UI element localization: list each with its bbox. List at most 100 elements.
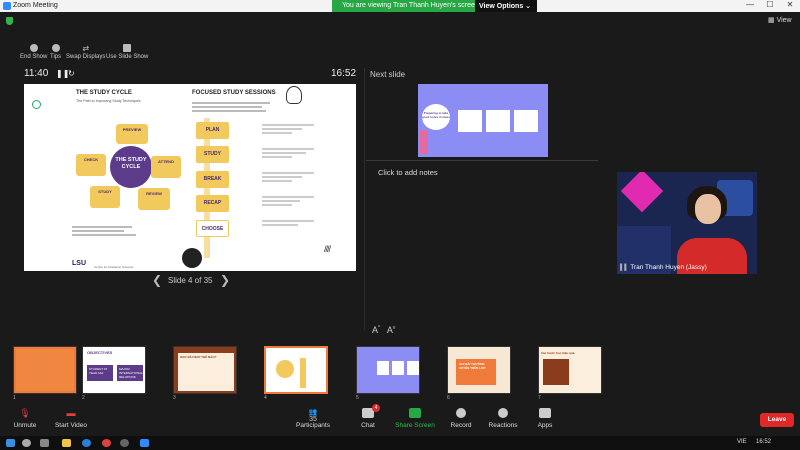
slide-thumbnail-1[interactable] [13,346,77,394]
slide-right-title: FOCUSED STUDY SESSIONS [192,90,276,96]
system-clock[interactable]: 16:52 [756,439,771,445]
cycle-step-attend: ATTEND [151,156,181,178]
next-slide-preview[interactable]: Preparing to take good notes in class [418,84,548,157]
pane-divider[interactable] [364,68,365,330]
windows-start-icon[interactable] [6,439,15,447]
task-view-icon[interactable] [40,439,49,447]
cycle-center-label: THE STUDY CYCLE [115,157,147,170]
previous-slide-button[interactable]: ❮ [152,273,162,287]
apps-icon [539,408,551,418]
tips-button[interactable]: Tips [50,44,61,60]
view-button-label: View [776,17,792,24]
share-screen-label: Share Screen [395,422,435,429]
lsu-logo-subtitle: Center for Academic Success [94,265,134,269]
session-step-recap: RECAP [196,195,229,212]
participants-icon: 👥 35 [308,409,318,423]
chat-button[interactable]: 4 Chat [343,404,393,429]
next-slide-label: Next slide [370,70,406,79]
apps-button[interactable]: Apps [520,408,570,429]
share-banner: You are viewing Tran Thanh Huyen's scree… [332,0,537,12]
record-label: Record [450,422,472,429]
close-button[interactable]: ✕ [780,0,800,9]
cycle-step-review: REVIEW [138,188,170,210]
session-step-choose: CHOOSE [196,220,229,237]
chat-icon: 4 [362,404,380,418]
neon-x-sign [620,172,664,213]
start-video-button[interactable]: ▬ Start Video [46,408,96,429]
speaker-notes[interactable]: Click to add notes [378,168,438,177]
maximize-button[interactable]: ☐ [760,0,780,9]
chat-label: Chat [361,422,375,429]
cycle-step-preview: PREVIEW [116,124,148,144]
person-face [695,194,721,224]
muted-microphone-icon: 🎙 [19,408,31,418]
slide-thumbnail-3[interactable]: HỌC BÀI NHƯ THẾ NÀO? [173,346,237,394]
security-shield-icon[interactable] [6,17,13,25]
use-slide-show-label: Use Slide Show [106,54,149,60]
minimize-button[interactable]: — [740,0,760,9]
slide-thumbnail-7[interactable]: Các bước học hiệu quả [538,346,602,394]
next-slide-card-3 [514,110,538,132]
slideshow-icon [123,44,132,52]
chat-badge: 4 [372,404,380,412]
current-slide: THE STUDY CYCLE The Path to Improving St… [24,84,356,271]
elapsed-timer: 16:52 [331,68,357,79]
view-options-button[interactable]: View Options ⌄ [475,0,537,12]
thumb-2-box-2: MAJOR: INTERNATIONAL RELATIONS [117,365,143,381]
slide-thumbnail-4-selected[interactable] [264,346,328,394]
start-video-label: Start Video [54,422,88,429]
view-button[interactable]: ▦ View [768,16,792,24]
end-show-button[interactable]: End Show [20,44,47,60]
participant-video[interactable] [617,172,757,274]
thumb-7-title: Các bước học hiệu quả [541,351,575,355]
qr-badge-icon [182,248,202,268]
slide-thumbnail-6[interactable]: GHI BÀI THƯỜNG XUYÊN TRÊN LỚP [447,346,511,394]
next-slide-title: Preparing to take good notes in class [422,104,450,130]
lsu-logo: LSU [72,260,86,267]
presenter-clock: 11:40 [24,68,49,79]
thumb-3-title: HỌC BÀI NHƯ THẾ NÀO? [178,353,234,391]
participant-name: Tran Thanh Huyen (Jassy) [630,264,707,271]
language-indicator[interactable]: VIE [737,439,747,445]
next-slide-button[interactable]: ❯ [220,273,230,287]
slide-thumbnail-5[interactable] [356,346,420,394]
slide-thumbnail-2[interactable]: OBJECTIVES STUDENT AT YEAR 1&2 MAJOR: IN… [82,346,146,394]
unmute-button[interactable]: 🎙 Unmute [0,408,50,429]
cycle-step-study: STUDY [90,186,120,208]
slide-navigator: ❮ Slide 4 of 35 ❯ [152,273,232,290]
zoom-taskbar-icon[interactable] [140,439,149,447]
edge-icon[interactable] [82,439,91,447]
share-screen-icon [409,408,421,418]
apps-label: Apps [537,422,553,429]
search-icon[interactable] [22,439,31,447]
share-banner-text: You are viewing Tran Thanh Huyen's scree… [342,2,479,9]
thumb-7-box [543,359,569,385]
thumb-4-steps [300,358,306,388]
session-descriptions [262,122,314,228]
notes-divider[interactable] [366,160,598,161]
thumb-1-bg [16,349,74,391]
settings-icon[interactable] [120,439,129,447]
participants-button[interactable]: 👥 35 Participants [288,408,338,429]
windows-taskbar: VIE 16:52 [0,436,800,450]
swap-displays-button[interactable]: ⇄ Swap Displays [66,44,105,60]
next-slide-card-1 [458,110,482,132]
chrome-icon[interactable] [102,439,111,447]
end-show-label: End Show [20,54,48,60]
next-slide-figure [420,130,428,154]
thumb-2-title: OBJECTIVES [87,350,113,355]
leave-button[interactable]: Leave [760,413,794,427]
unmute-label: Unmute [13,422,37,429]
cycle-center: THE STUDY CYCLE [110,146,152,188]
zoom-logo-icon [3,2,11,10]
window-title: Zoom Meeting [13,2,58,9]
slide-intro-text [192,100,270,114]
file-explorer-icon[interactable] [62,439,71,447]
use-slide-show-button[interactable]: Use Slide Show [106,44,148,60]
tips-label: Tips [50,54,62,60]
thumb-5-card-2 [392,361,404,375]
swap-displays-label: Swap Displays [66,54,106,60]
share-screen-button[interactable]: Share Screen [390,408,440,429]
reset-timer-icon[interactable]: ↻ [68,69,75,78]
cycle-step-check: CHECK [76,154,106,176]
